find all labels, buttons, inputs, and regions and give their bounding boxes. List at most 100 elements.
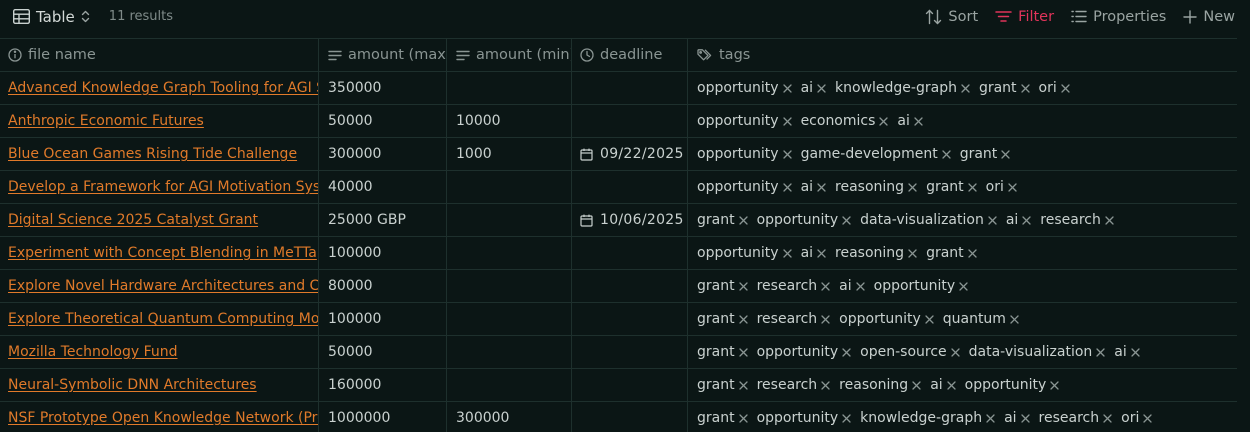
remove-tag-icon[interactable] — [925, 314, 934, 324]
remove-tag-icon[interactable] — [738, 281, 748, 291]
tags-cell[interactable]: grant opportunity data-visualization ai rese… — [688, 204, 1237, 236]
remove-tag-icon[interactable] — [1020, 413, 1030, 423]
remove-tag-icon[interactable] — [968, 182, 977, 192]
amount-max-cell[interactable]: 100000 — [319, 303, 447, 335]
remove-tag-icon[interactable] — [738, 413, 748, 423]
remove-tag-icon[interactable] — [738, 314, 748, 324]
remove-tag-icon[interactable] — [1103, 413, 1112, 423]
remove-tag-icon[interactable] — [947, 380, 956, 390]
file-name-link[interactable]: NSF Prototype Open Knowledge Network (Pr… — [8, 410, 318, 426]
remove-tag-icon[interactable] — [821, 380, 830, 390]
remove-tag-icon[interactable] — [988, 215, 997, 225]
remove-tag-icon[interactable] — [821, 281, 830, 291]
remove-tag-icon[interactable] — [817, 248, 826, 258]
amount-max-cell[interactable]: 100000 — [319, 237, 447, 269]
remove-tag-icon[interactable] — [1143, 413, 1152, 423]
remove-tag-icon[interactable] — [914, 116, 923, 126]
deadline-cell[interactable] — [572, 336, 688, 368]
tags-cell[interactable]: grant opportunity knowledge-graph ai researc… — [688, 402, 1237, 432]
file-name-link[interactable]: Explore Theoretical Quantum Computing Mo… — [8, 311, 318, 327]
amount-max-cell[interactable]: 300000 — [319, 138, 447, 170]
amount-min-cell[interactable]: 1000 — [447, 138, 572, 170]
properties-button[interactable]: Properties — [1071, 9, 1166, 25]
deadline-cell[interactable] — [572, 402, 688, 432]
tags-cell[interactable]: grant research ai opportunity — [688, 270, 1237, 302]
remove-tag-icon[interactable] — [942, 149, 951, 159]
deadline-cell[interactable]: 09/22/2025 — [572, 138, 688, 170]
file-name-link[interactable]: Advanced Knowledge Graph Tooling for AGI… — [8, 80, 318, 96]
remove-tag-icon[interactable] — [842, 215, 851, 225]
amount-max-cell[interactable]: 50000 — [319, 336, 447, 368]
remove-tag-icon[interactable] — [817, 83, 826, 93]
amount-max-cell[interactable]: 350000 — [319, 72, 447, 104]
file-name-link[interactable]: Explore Novel Hardware Architectures and… — [8, 278, 318, 294]
deadline-cell[interactable] — [572, 369, 688, 401]
remove-tag-icon[interactable] — [908, 248, 917, 258]
tags-cell[interactable]: grant research reasoning ai opportunity — [688, 369, 1237, 401]
column-header-tags[interactable]: tags — [688, 39, 1237, 71]
remove-tag-icon[interactable] — [738, 215, 748, 225]
remove-tag-icon[interactable] — [912, 380, 921, 390]
column-header-deadline[interactable]: deadline — [572, 39, 688, 71]
remove-tag-icon[interactable] — [817, 182, 826, 192]
remove-tag-icon[interactable] — [855, 281, 865, 291]
remove-tag-icon[interactable] — [950, 347, 960, 357]
remove-tag-icon[interactable] — [1096, 347, 1105, 357]
amount-min-cell[interactable] — [447, 336, 572, 368]
file-name-link[interactable]: Anthropic Economic Futures — [8, 113, 204, 129]
remove-tag-icon[interactable] — [1001, 149, 1010, 159]
tags-cell[interactable]: opportunity game-development grant — [688, 138, 1237, 170]
tags-cell[interactable]: grant research opportunity quantum — [688, 303, 1237, 335]
remove-tag-icon[interactable] — [1105, 215, 1114, 225]
deadline-cell[interactable] — [572, 105, 688, 137]
tags-cell[interactable]: opportunity ai reasoning grant — [688, 237, 1237, 269]
remove-tag-icon[interactable] — [986, 413, 995, 423]
deadline-cell[interactable] — [572, 237, 688, 269]
file-name-link[interactable]: Digital Science 2025 Catalyst Grant — [8, 212, 258, 228]
deadline-cell[interactable] — [572, 171, 688, 203]
new-button[interactable]: New — [1183, 9, 1235, 25]
remove-tag-icon[interactable] — [782, 116, 792, 126]
amount-min-cell[interactable] — [447, 369, 572, 401]
tags-cell[interactable]: opportunity economics ai — [688, 105, 1237, 137]
column-header-file-name[interactable]: file name — [0, 39, 319, 71]
remove-tag-icon[interactable] — [879, 116, 889, 126]
remove-tag-icon[interactable] — [738, 380, 748, 390]
amount-min-cell[interactable] — [447, 72, 572, 104]
remove-tag-icon[interactable] — [738, 347, 748, 357]
view-switcher-button[interactable]: Table — [0, 0, 90, 33]
amount-min-cell[interactable] — [447, 237, 572, 269]
deadline-cell[interactable] — [572, 72, 688, 104]
tags-cell[interactable]: grant opportunity open-source data-visualiz… — [688, 336, 1237, 368]
amount-min-cell[interactable]: 300000 — [447, 402, 572, 432]
remove-tag-icon[interactable] — [782, 83, 792, 93]
amount-max-cell[interactable]: 25000 GBP — [319, 204, 447, 236]
amount-min-cell[interactable]: 10000 — [447, 105, 572, 137]
amount-max-cell[interactable]: 160000 — [319, 369, 447, 401]
amount-min-cell[interactable] — [447, 270, 572, 302]
amount-max-cell[interactable]: 80000 — [319, 270, 447, 302]
remove-tag-icon[interactable] — [1020, 83, 1030, 93]
deadline-value[interactable]: 10/06/2025 — [580, 212, 684, 228]
amount-max-cell[interactable]: 50000 — [319, 105, 447, 137]
remove-tag-icon[interactable] — [821, 314, 830, 324]
remove-tag-icon[interactable] — [782, 149, 792, 159]
remove-tag-icon[interactable] — [782, 248, 792, 258]
remove-tag-icon[interactable] — [1050, 380, 1059, 390]
remove-tag-icon[interactable] — [1008, 182, 1017, 192]
filter-button[interactable]: Filter — [995, 9, 1054, 25]
file-name-link[interactable]: Mozilla Technology Fund — [8, 344, 177, 360]
remove-tag-icon[interactable] — [1010, 314, 1019, 324]
remove-tag-icon[interactable] — [782, 182, 792, 192]
file-name-link[interactable]: Develop a Framework for AGI Motivation S… — [8, 179, 318, 195]
file-name-link[interactable]: Experiment with Concept Blending in MeTT… — [8, 245, 317, 261]
amount-min-cell[interactable] — [447, 303, 572, 335]
deadline-cell[interactable] — [572, 270, 688, 302]
remove-tag-icon[interactable] — [1022, 215, 1031, 225]
file-name-link[interactable]: Blue Ocean Games Rising Tide Challenge — [8, 146, 297, 162]
amount-max-cell[interactable]: 1000000 — [319, 402, 447, 432]
remove-tag-icon[interactable] — [961, 83, 970, 93]
remove-tag-icon[interactable] — [1061, 83, 1070, 93]
deadline-cell[interactable] — [572, 303, 688, 335]
remove-tag-icon[interactable] — [968, 248, 977, 258]
